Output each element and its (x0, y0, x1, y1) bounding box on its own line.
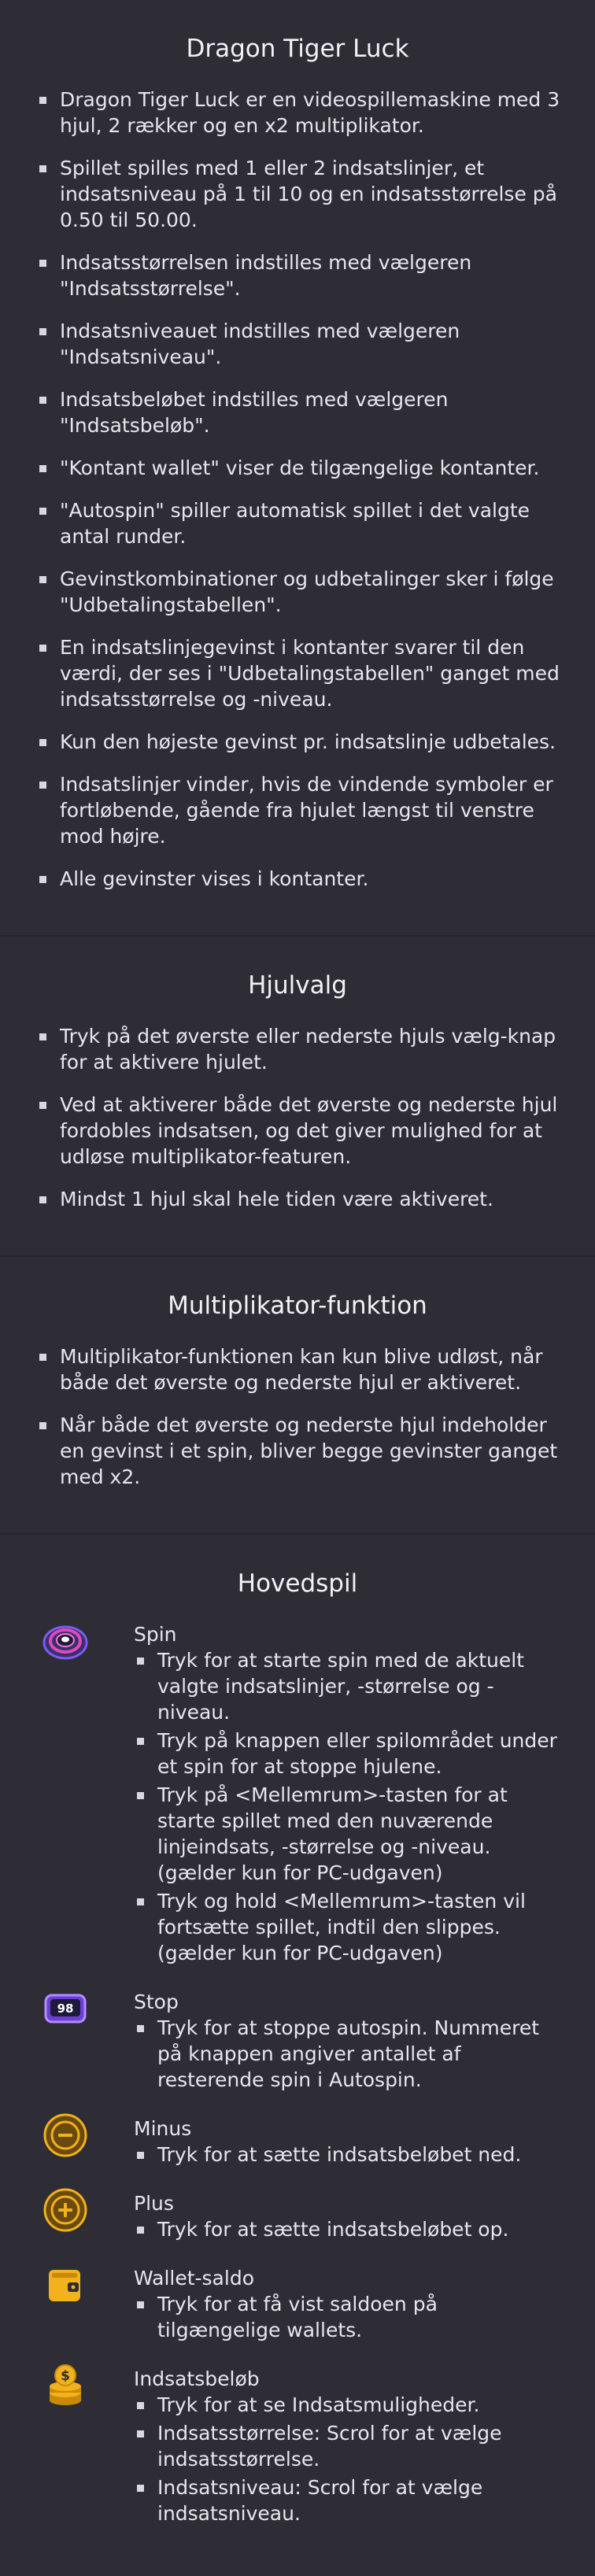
list-item: Tryk på knappen eller spilområdet under … (134, 1728, 564, 1780)
control-minus: Minus Tryk for at sætte indsatsbeløbet n… (0, 2113, 595, 2170)
list-item: Mindst 1 hjul skal hele tiden være aktiv… (35, 1186, 560, 1212)
minus-icon (41, 2111, 90, 2160)
section-title: Hovedspil (237, 1569, 358, 1598)
list-item: Tryk for at se Indsatsmuligheder. (134, 2392, 564, 2418)
section-title: Dragon Tiger Luck (186, 35, 409, 63)
wallet-icon (41, 2260, 90, 2309)
control-list: Tryk for at starte spin med de aktuelt v… (134, 1647, 564, 1966)
list-item: En indsatslinjegevinst i kontanter svare… (35, 634, 560, 712)
multiplier-list: Multiplikator-funktionen kan kun blive u… (0, 1343, 595, 1490)
control-body: Plus Tryk for at sætte indsatsbeløbet op… (134, 2190, 564, 2245)
autospin-count: 98 (57, 2001, 74, 2016)
control-name: Stop (134, 1990, 179, 2013)
control-name: Plus (134, 2192, 174, 2215)
control-spin: Spin Tryk for at starte spin med de aktu… (0, 1621, 595, 1968)
list-item: Kun den højeste gevinst pr. indsatslinje… (35, 729, 560, 755)
list-item: Tryk og hold <Mellemrum>-tasten vil fort… (134, 1888, 564, 1966)
list-item: "Kontant wallet" viser de tilgængelige k… (35, 455, 560, 481)
list-item: Ved at aktiverer både det øverste og ned… (35, 1092, 560, 1170)
list-item: Indsatsstørrelsen indstilles med vælgere… (35, 249, 560, 301)
list-item: "Autospin" spiller automatisk spillet i … (35, 497, 560, 549)
control-list: Tryk for at se Indsatsmuligheder. Indsat… (134, 2392, 564, 2526)
list-item: Tryk for at sætte indsatsbeløbet op. (134, 2216, 564, 2242)
stop-autospin-icon: 98 (41, 1984, 90, 2033)
main-game-section: Hovedspil Spin Tryk for at starte spin m… (0, 1535, 595, 2576)
list-item: Gevinstkombinationer og udbetalinger ske… (35, 566, 560, 618)
control-name: Minus (134, 2117, 192, 2140)
list-item: Indsatsstørrelse: Scrol for at vælge ind… (134, 2420, 564, 2472)
control-wallet: Wallet-saldo Tryk for at få vist saldoen… (0, 2265, 595, 2345)
list-item: Tryk for at stoppe autospin. Nummeret på… (134, 2015, 564, 2093)
list-item: Indsatsniveau: Scrol for at vælge indsat… (134, 2474, 564, 2526)
list-item: Tryk på det øverste eller nederste hjuls… (35, 1023, 560, 1075)
plus-icon (41, 2186, 90, 2234)
help-page: Dragon Tiger Luck Dragon Tiger Luck er e… (0, 0, 595, 2576)
coins-icon: $ (41, 2361, 90, 2410)
control-name: Wallet-saldo (134, 2267, 254, 2290)
list-item: Indsatsniveauet indstilles med vælgeren … (35, 318, 560, 370)
control-body: Wallet-saldo Tryk for at få vist saldoen… (134, 2265, 564, 2345)
intro-section: Dragon Tiger Luck Dragon Tiger Luck er e… (0, 0, 595, 937)
svg-text:$: $ (61, 2368, 70, 2384)
spin-icon (41, 1617, 90, 1665)
list-item: Tryk for at starte spin med de aktuelt v… (134, 1647, 564, 1725)
list-item: Indsatslinjer vinder, hvis de vindende s… (35, 771, 560, 849)
control-name: Indsatsbeløb (134, 2367, 260, 2390)
control-body: Stop Tryk for at stoppe autospin. Nummer… (134, 1989, 564, 2095)
section-title: Hjulvalg (248, 971, 347, 1000)
control-name: Spin (134, 1623, 177, 1646)
section-title: Multiplikator-funktion (168, 1292, 427, 1320)
list-item: Indsatsbeløbet indstilles med vælgeren "… (35, 386, 560, 438)
intro-list: Dragon Tiger Luck er en videospillemaski… (0, 87, 595, 892)
control-bet-amount: $ Indsatsbeløb Tryk for at se Indsatsmul… (0, 2364, 595, 2529)
list-item: Når både det øverste og nederste hjul in… (35, 1412, 560, 1490)
list-item: Dragon Tiger Luck er en videospillemaski… (35, 87, 560, 139)
list-item: Multiplikator-funktionen kan kun blive u… (35, 1343, 560, 1395)
control-list: Tryk for at sætte indsatsbeløbet ned. (134, 2142, 564, 2168)
control-list: Tryk for at stoppe autospin. Nummeret på… (134, 2015, 564, 2093)
reels-list: Tryk på det øverste eller nederste hjuls… (0, 1023, 595, 1212)
control-list: Tryk for at sætte indsatsbeløbet op. (134, 2216, 564, 2242)
reels-section: Hjulvalg Tryk på det øverste eller neder… (0, 937, 595, 1257)
list-item: Alle gevinster vises i kontanter. (35, 866, 560, 892)
control-body: Minus Tryk for at sætte indsatsbeløbet n… (134, 2116, 564, 2170)
list-item: Tryk for at sætte indsatsbeløbet ned. (134, 2142, 564, 2168)
control-plus: Plus Tryk for at sætte indsatsbeløbet op… (0, 2188, 595, 2245)
list-item: Spillet spilles med 1 eller 2 indsatslin… (35, 155, 560, 233)
control-stop: 98 Stop Tryk for at stoppe autospin. Num… (0, 1989, 595, 2095)
control-list: Tryk for at få vist saldoen på tilgængel… (134, 2291, 564, 2343)
multiplier-section: Multiplikator-funktion Multiplikator-fun… (0, 1257, 595, 1535)
list-item: Tryk for at få vist saldoen på tilgængel… (134, 2291, 564, 2343)
control-body: Spin Tryk for at starte spin med de aktu… (134, 1621, 564, 1968)
list-item: Tryk på <Mellemrum>-tasten for at starte… (134, 1782, 564, 1886)
control-body: Indsatsbeløb Tryk for at se Indsatsmulig… (134, 2366, 564, 2529)
